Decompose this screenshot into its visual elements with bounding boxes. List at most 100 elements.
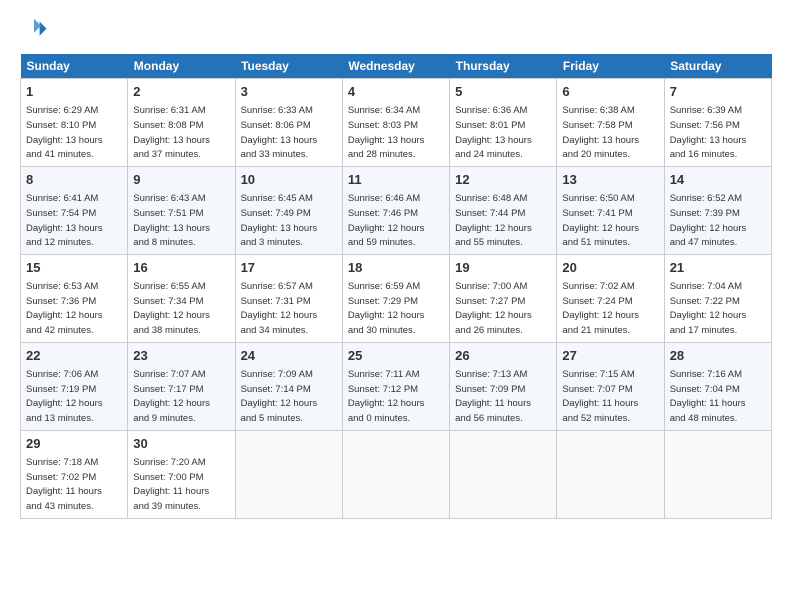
day-info: Sunrise: 7:20 AMSunset: 7:00 PMDaylight:… — [133, 457, 209, 512]
day-number: 28 — [670, 347, 766, 365]
day-number: 16 — [133, 259, 229, 277]
calendar-day-cell: 15 Sunrise: 6:53 AMSunset: 7:36 PMDayligh… — [21, 254, 128, 342]
day-number: 18 — [348, 259, 444, 277]
day-info: Sunrise: 6:53 AMSunset: 7:36 PMDaylight:… — [26, 281, 103, 336]
calendar-day-cell — [342, 430, 449, 518]
calendar-day-cell: 12 Sunrise: 6:48 AMSunset: 7:44 PMDayligh… — [450, 166, 557, 254]
calendar-day-cell: 21 Sunrise: 7:04 AMSunset: 7:22 PMDayligh… — [664, 254, 771, 342]
day-info: Sunrise: 6:38 AMSunset: 7:58 PMDaylight:… — [562, 105, 639, 160]
calendar-day-cell: 19 Sunrise: 7:00 AMSunset: 7:27 PMDayligh… — [450, 254, 557, 342]
calendar-day-cell: 18 Sunrise: 6:59 AMSunset: 7:29 PMDayligh… — [342, 254, 449, 342]
day-number: 5 — [455, 83, 551, 101]
day-info: Sunrise: 7:11 AMSunset: 7:12 PMDaylight:… — [348, 369, 425, 424]
day-number: 21 — [670, 259, 766, 277]
calendar-week-row: 1 Sunrise: 6:29 AMSunset: 8:10 PMDaylight… — [21, 79, 772, 167]
calendar-day-cell — [557, 430, 664, 518]
logo-icon — [20, 16, 48, 44]
calendar-day-cell — [450, 430, 557, 518]
day-number: 19 — [455, 259, 551, 277]
weekday-header-tuesday: Tuesday — [235, 54, 342, 79]
day-info: Sunrise: 6:55 AMSunset: 7:34 PMDaylight:… — [133, 281, 210, 336]
calendar-day-cell: 4 Sunrise: 6:34 AMSunset: 8:03 PMDaylight… — [342, 79, 449, 167]
day-info: Sunrise: 6:31 AMSunset: 8:08 PMDaylight:… — [133, 105, 210, 160]
day-info: Sunrise: 7:16 AMSunset: 7:04 PMDaylight:… — [670, 369, 746, 424]
day-info: Sunrise: 7:00 AMSunset: 7:27 PMDaylight:… — [455, 281, 532, 336]
day-number: 3 — [241, 83, 337, 101]
calendar-day-cell: 17 Sunrise: 6:57 AMSunset: 7:31 PMDayligh… — [235, 254, 342, 342]
calendar-week-row: 22 Sunrise: 7:06 AMSunset: 7:19 PMDayligh… — [21, 342, 772, 430]
day-info: Sunrise: 6:33 AMSunset: 8:06 PMDaylight:… — [241, 105, 318, 160]
calendar-day-cell: 23 Sunrise: 7:07 AMSunset: 7:17 PMDayligh… — [128, 342, 235, 430]
day-number: 9 — [133, 171, 229, 189]
calendar-day-cell: 11Sunrise: 6:46 AMSunset: 7:46 PMDayligh… — [342, 166, 449, 254]
calendar-table: SundayMondayTuesdayWednesdayThursdayFrid… — [20, 54, 772, 519]
day-number: 30 — [133, 435, 229, 453]
weekday-header-row: SundayMondayTuesdayWednesdayThursdayFrid… — [21, 54, 772, 79]
day-number: 27 — [562, 347, 658, 365]
calendar-day-cell: 27 Sunrise: 7:15 AMSunset: 7:07 PMDayligh… — [557, 342, 664, 430]
day-number: 23 — [133, 347, 229, 365]
calendar-day-cell: 14Sunrise: 6:52 AMSunset: 7:39 PMDayligh… — [664, 166, 771, 254]
day-info: Sunrise: 6:46 AMSunset: 7:46 PMDaylight:… — [348, 193, 425, 248]
day-info: Sunrise: 7:09 AMSunset: 7:14 PMDaylight:… — [241, 369, 318, 424]
calendar-day-cell: 2 Sunrise: 6:31 AMSunset: 8:08 PMDaylight… — [128, 79, 235, 167]
day-number: 26 — [455, 347, 551, 365]
calendar-day-cell: 22 Sunrise: 7:06 AMSunset: 7:19 PMDayligh… — [21, 342, 128, 430]
calendar-day-cell: 20 Sunrise: 7:02 AMSunset: 7:24 PMDayligh… — [557, 254, 664, 342]
day-info: Sunrise: 6:36 AMSunset: 8:01 PMDaylight:… — [455, 105, 532, 160]
logo — [20, 16, 52, 44]
day-number: 4 — [348, 83, 444, 101]
day-number: 6 — [562, 83, 658, 101]
day-info: Sunrise: 6:57 AMSunset: 7:31 PMDaylight:… — [241, 281, 318, 336]
calendar-day-cell: 8 Sunrise: 6:41 AMSunset: 7:54 PMDaylight… — [21, 166, 128, 254]
day-number: 22 — [26, 347, 122, 365]
day-number: 1 — [26, 83, 122, 101]
day-info: Sunrise: 6:39 AMSunset: 7:56 PMDaylight:… — [670, 105, 747, 160]
weekday-header-sunday: Sunday — [21, 54, 128, 79]
calendar-day-cell: 16 Sunrise: 6:55 AMSunset: 7:34 PMDayligh… — [128, 254, 235, 342]
calendar-day-cell: 9Sunrise: 6:43 AMSunset: 7:51 PMDaylight… — [128, 166, 235, 254]
calendar-day-cell: 1 Sunrise: 6:29 AMSunset: 8:10 PMDaylight… — [21, 79, 128, 167]
day-info: Sunrise: 7:07 AMSunset: 7:17 PMDaylight:… — [133, 369, 210, 424]
day-number: 8 — [26, 171, 122, 189]
calendar-day-cell: 30 Sunrise: 7:20 AMSunset: 7:00 PMDayligh… — [128, 430, 235, 518]
day-number: 17 — [241, 259, 337, 277]
calendar-day-cell: 29Sunrise: 7:18 AMSunset: 7:02 PMDayligh… — [21, 430, 128, 518]
calendar-day-cell: 5 Sunrise: 6:36 AMSunset: 8:01 PMDaylight… — [450, 79, 557, 167]
calendar-week-row: 29Sunrise: 7:18 AMSunset: 7:02 PMDayligh… — [21, 430, 772, 518]
calendar-day-cell: 28 Sunrise: 7:16 AMSunset: 7:04 PMDayligh… — [664, 342, 771, 430]
day-info: Sunrise: 6:29 AMSunset: 8:10 PMDaylight:… — [26, 105, 103, 160]
weekday-header-thursday: Thursday — [450, 54, 557, 79]
day-info: Sunrise: 7:15 AMSunset: 7:07 PMDaylight:… — [562, 369, 638, 424]
day-info: Sunrise: 7:04 AMSunset: 7:22 PMDaylight:… — [670, 281, 747, 336]
page: SundayMondayTuesdayWednesdayThursdayFrid… — [0, 0, 792, 531]
calendar-day-cell: 25 Sunrise: 7:11 AMSunset: 7:12 PMDayligh… — [342, 342, 449, 430]
day-info: Sunrise: 6:41 AMSunset: 7:54 PMDaylight:… — [26, 193, 103, 248]
day-number: 15 — [26, 259, 122, 277]
day-info: Sunrise: 7:06 AMSunset: 7:19 PMDaylight:… — [26, 369, 103, 424]
day-info: Sunrise: 7:02 AMSunset: 7:24 PMDaylight:… — [562, 281, 639, 336]
day-number: 7 — [670, 83, 766, 101]
day-info: Sunrise: 6:48 AMSunset: 7:44 PMDaylight:… — [455, 193, 532, 248]
day-number: 24 — [241, 347, 337, 365]
day-info: Sunrise: 6:45 AMSunset: 7:49 PMDaylight:… — [241, 193, 318, 248]
weekday-header-wednesday: Wednesday — [342, 54, 449, 79]
day-info: Sunrise: 6:59 AMSunset: 7:29 PMDaylight:… — [348, 281, 425, 336]
calendar-day-cell: 6 Sunrise: 6:38 AMSunset: 7:58 PMDaylight… — [557, 79, 664, 167]
weekday-header-friday: Friday — [557, 54, 664, 79]
calendar-week-row: 8 Sunrise: 6:41 AMSunset: 7:54 PMDaylight… — [21, 166, 772, 254]
day-info: Sunrise: 6:34 AMSunset: 8:03 PMDaylight:… — [348, 105, 425, 160]
weekday-header-monday: Monday — [128, 54, 235, 79]
day-info: Sunrise: 7:13 AMSunset: 7:09 PMDaylight:… — [455, 369, 531, 424]
day-number: 20 — [562, 259, 658, 277]
calendar-day-cell: 3 Sunrise: 6:33 AMSunset: 8:06 PMDaylight… — [235, 79, 342, 167]
calendar-day-cell: 10 Sunrise: 6:45 AMSunset: 7:49 PMDayligh… — [235, 166, 342, 254]
day-number: 12 — [455, 171, 551, 189]
day-number: 2 — [133, 83, 229, 101]
day-number: 10 — [241, 171, 337, 189]
day-number: 25 — [348, 347, 444, 365]
calendar-day-cell: 26 Sunrise: 7:13 AMSunset: 7:09 PMDayligh… — [450, 342, 557, 430]
calendar-day-cell — [664, 430, 771, 518]
day-info: Sunrise: 6:50 AMSunset: 7:41 PMDaylight:… — [562, 193, 639, 248]
weekday-header-saturday: Saturday — [664, 54, 771, 79]
